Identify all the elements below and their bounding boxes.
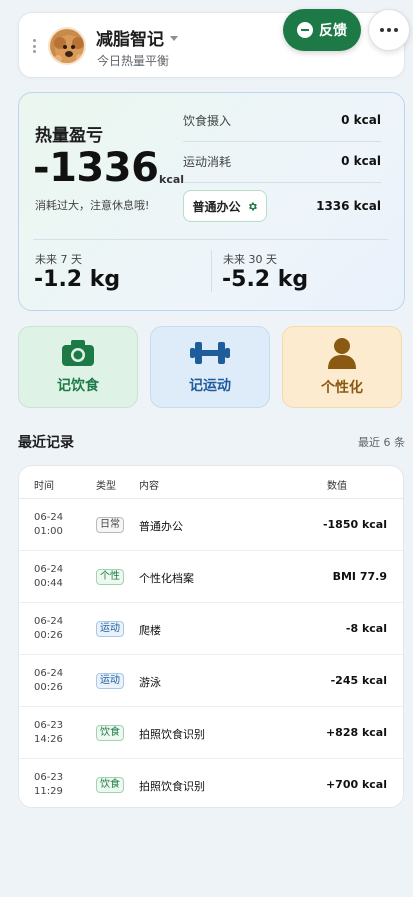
- intake-label: 饮食摄入: [183, 113, 232, 128]
- app-title: 减脂智记: [96, 30, 164, 50]
- more-button[interactable]: [368, 9, 410, 51]
- dumbbell-icon: [190, 342, 230, 364]
- forecast-30-label: 未来 30 天: [223, 253, 277, 266]
- intake-row: 饮食摄入 0 kcal: [183, 100, 381, 140]
- record-time: 06-24 00:44: [34, 564, 64, 589]
- divider: [33, 239, 388, 240]
- personalize-label: 个性化: [321, 380, 363, 396]
- record-time: 06-23 11:29: [34, 772, 64, 797]
- exercise-label: 运动消耗: [183, 154, 232, 169]
- record-value: +828 kcal: [325, 726, 387, 739]
- col-time: 时间: [34, 481, 54, 492]
- table-row[interactable]: 06-24 00:26 运动 爬楼 -8 kcal: [19, 603, 403, 655]
- balance-value: -1336: [33, 145, 159, 191]
- dot-icon: [394, 28, 398, 32]
- col-type: 类型: [96, 481, 116, 492]
- record-value: -1850 kcal: [322, 518, 387, 531]
- record-value: -245 kcal: [330, 674, 387, 687]
- exercise-value: 0 kcal: [341, 154, 381, 168]
- divider: [211, 250, 212, 292]
- exercise-row: 运动消耗 0 kcal: [183, 141, 381, 181]
- avatar[interactable]: [48, 27, 86, 65]
- log-food-button[interactable]: 记饮食: [18, 326, 138, 408]
- record-content: 普通办公: [139, 520, 183, 533]
- type-badge: 运动: [96, 621, 124, 637]
- dot-icon: [380, 28, 384, 32]
- records-table: 时间 类型 内容 数值 06-24 01:00 日常 普通办公 -1850 kca…: [18, 465, 404, 808]
- app-title-dropdown[interactable]: 减脂智记: [96, 25, 178, 50]
- record-value: BMI 77.9: [332, 570, 387, 583]
- divider: [183, 182, 381, 183]
- record-time: 06-24 00:26: [34, 668, 64, 693]
- record-content: 爬楼: [139, 624, 161, 637]
- balance-note: 消耗过大，注意休息哦!: [35, 199, 150, 212]
- app-subtitle: 今日热量平衡: [97, 54, 170, 68]
- intake-value: 0 kcal: [341, 113, 381, 127]
- forecast-30-value: -5.2 kg: [222, 267, 309, 292]
- personalize-button[interactable]: 个性化: [282, 326, 402, 408]
- log-food-label: 记饮食: [57, 378, 99, 394]
- forecast-7-label: 未来 7 天: [35, 253, 82, 266]
- type-badge: 饮食: [96, 777, 124, 793]
- type-badge: 日常: [96, 517, 124, 533]
- drag-handle-icon[interactable]: [33, 39, 37, 53]
- feedback-label: 反馈: [319, 23, 347, 39]
- forecast-7-value: -1.2 kg: [34, 267, 121, 292]
- table-row[interactable]: 06-24 00:26 运动 游泳 -245 kcal: [19, 655, 403, 707]
- record-time: 06-24 00:26: [34, 616, 64, 641]
- table-header: 时间 类型 内容 数值: [19, 466, 403, 499]
- person-icon: [328, 338, 356, 369]
- record-value: -8 kcal: [345, 622, 387, 635]
- table-row[interactable]: 06-24 01:00 日常 普通办公 -1850 kcal: [19, 499, 403, 551]
- log-sport-label: 记运动: [189, 378, 231, 394]
- record-time: 06-24 01:00: [34, 512, 64, 537]
- record-content: 游泳: [139, 676, 161, 689]
- col-value: 数值: [327, 481, 347, 492]
- record-value: +700 kcal: [325, 778, 387, 791]
- balance-title: 热量盈亏: [35, 126, 103, 146]
- table-row[interactable]: 06-23 14:26 饮食 拍照饮食识别 +828 kcal: [19, 707, 403, 759]
- dot-icon: [387, 28, 391, 32]
- type-badge: 饮食: [96, 725, 124, 741]
- minus-circle-icon: [297, 22, 313, 38]
- record-content: 拍照饮食识别: [139, 728, 205, 741]
- record-content: 拍照饮食识别: [139, 780, 205, 793]
- mode-row: 1336 kcal: [183, 186, 381, 226]
- feedback-button[interactable]: 反馈: [283, 9, 361, 51]
- type-badge: 运动: [96, 673, 124, 689]
- caret-down-icon: [170, 36, 178, 41]
- record-content: 个性化档案: [139, 572, 194, 585]
- record-time: 06-23 14:26: [34, 720, 64, 745]
- col-content: 内容: [139, 481, 159, 492]
- calorie-summary-card: 热量盈亏 -1336 kcal 消耗过大，注意休息哦! 饮食摄入 0 kcal …: [18, 92, 405, 311]
- table-row[interactable]: 06-24 00:44 个性 个性化档案 BMI 77.9: [19, 551, 403, 603]
- type-badge: 个性: [96, 569, 124, 585]
- table-row[interactable]: 06-23 11:29 饮食 拍照饮食识别 +700 kcal: [19, 759, 403, 807]
- camera-icon: [62, 340, 94, 366]
- log-sport-button[interactable]: 记运动: [150, 326, 270, 408]
- recent-records-count: 最近 6 条: [358, 436, 405, 449]
- balance-unit: kcal: [159, 173, 185, 186]
- mode-value: 1336 kcal: [316, 199, 381, 213]
- recent-records-title: 最近记录: [18, 435, 74, 451]
